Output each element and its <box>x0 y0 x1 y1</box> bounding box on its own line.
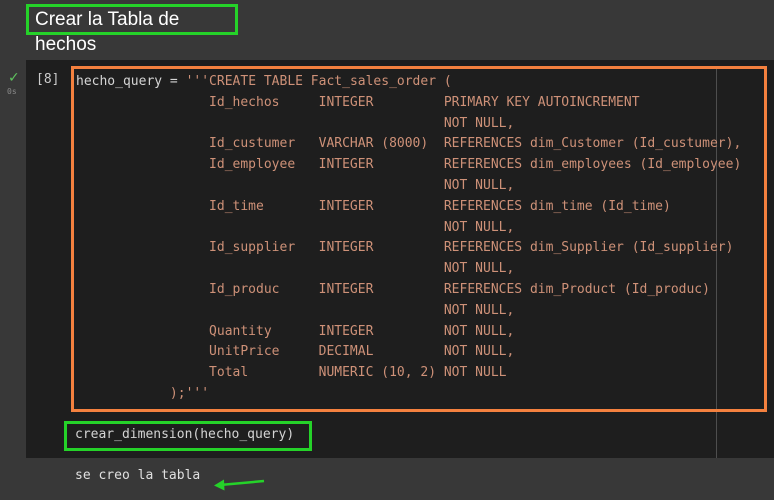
execution-count: [8] <box>36 72 60 87</box>
function-call-line[interactable]: crear_dimension(hecho_query) <box>75 427 294 442</box>
code-highlight-box <box>71 66 767 412</box>
markdown-heading: Crear la Tabla de hechos <box>26 4 238 55</box>
check-icon: ✓ <box>8 70 20 86</box>
output-text: se creo la tabla <box>75 468 201 483</box>
arrow-icon <box>214 479 265 491</box>
execution-time: 0s <box>7 87 17 96</box>
